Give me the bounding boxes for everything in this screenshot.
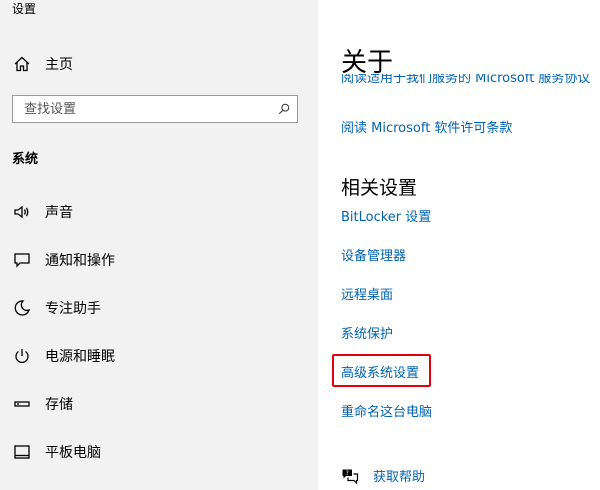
- device-manager-link[interactable]: 设备管理器: [341, 245, 406, 264]
- sidebar-item-power-sleep[interactable]: 电源和睡眠: [0, 332, 318, 380]
- sidebar-item-notifications[interactable]: 通知和操作: [0, 236, 318, 284]
- sidebar-item-label: 平板电脑: [45, 445, 101, 461]
- help-chat-icon: ?: [342, 469, 359, 484]
- svg-text:?: ?: [346, 470, 349, 477]
- system-protection-link[interactable]: 系统保护: [341, 323, 393, 342]
- rename-pc-link[interactable]: 重命名这台电脑: [341, 401, 432, 420]
- sidebar-item-storage[interactable]: 存储: [0, 380, 318, 428]
- power-icon: [12, 346, 32, 366]
- storage-icon: [12, 394, 32, 414]
- moon-icon: [12, 298, 32, 318]
- sidebar-item-label: 存储: [45, 397, 73, 413]
- service-agreement-link-text: 阅读适用于我们服务的 Microsoft 服务协议: [341, 74, 591, 86]
- service-agreement-link[interactable]: 阅读适用于我们服务的 Microsoft 服务协议: [341, 74, 600, 92]
- sidebar: 设置 主页 系统 声音 通知和操作 专注助手: [0, 0, 318, 490]
- remote-desktop-link[interactable]: 远程桌面: [341, 284, 393, 303]
- license-terms-link[interactable]: 阅读 Microsoft 软件许可条款: [341, 117, 512, 136]
- sidebar-item-label: 专注助手: [45, 301, 101, 317]
- get-help-label: 获取帮助: [373, 470, 426, 485]
- sidebar-item-label: 声音: [45, 205, 73, 221]
- search-input[interactable]: [13, 97, 271, 121]
- home-label: 主页: [45, 57, 73, 73]
- search-box[interactable]: [12, 95, 298, 123]
- home-icon: [12, 54, 32, 74]
- get-help-link[interactable]: ? 获取帮助: [341, 466, 425, 485]
- sidebar-nav: 声音 通知和操作 专注助手 电源和睡眠 存储 平板电脑: [0, 188, 318, 476]
- search-icon[interactable]: [271, 103, 297, 115]
- message-icon: [12, 250, 32, 270]
- section-label-system: 系统: [12, 152, 39, 167]
- sidebar-item-label: 通知和操作: [45, 253, 115, 269]
- advanced-system-settings-link[interactable]: 高级系统设置: [341, 362, 419, 381]
- sidebar-item-tablet[interactable]: 平板电脑: [0, 428, 318, 476]
- home-nav-item[interactable]: 主页: [12, 54, 73, 74]
- tablet-icon: [12, 442, 32, 462]
- sidebar-item-label: 电源和睡眠: [45, 349, 115, 365]
- main-panel: 关于 阅读适用于我们服务的 Microsoft 服务协议 阅读 Microsof…: [318, 0, 600, 490]
- related-settings-heading: 相关设置: [341, 177, 418, 199]
- sidebar-item-focus-assist[interactable]: 专注助手: [0, 284, 318, 332]
- speaker-icon: [12, 202, 32, 222]
- bitlocker-settings-link[interactable]: BitLocker 设置: [341, 206, 431, 225]
- app-title: 设置: [12, 2, 37, 16]
- sidebar-item-sound[interactable]: 声音: [0, 188, 318, 236]
